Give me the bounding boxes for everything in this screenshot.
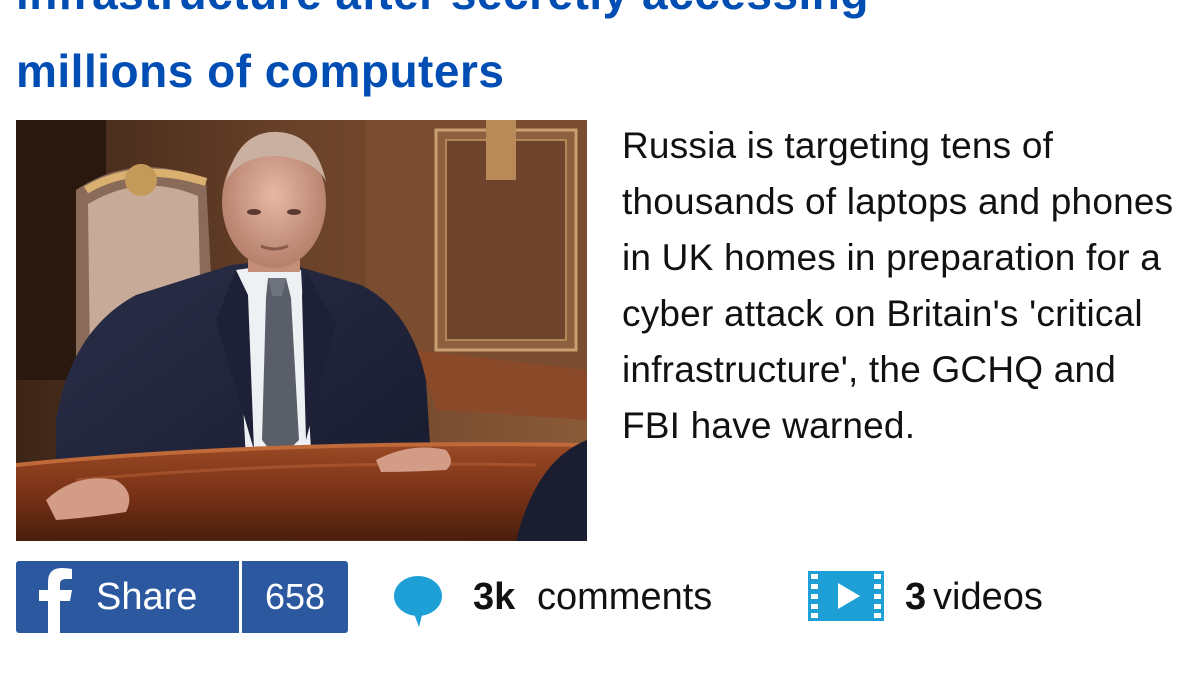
facebook-icon (39, 568, 72, 633)
facebook-share-button[interactable]: Share 658 (16, 561, 348, 633)
speech-bubble-icon (394, 576, 442, 627)
headline-line-1: infrastructure after secretly accessing (16, 0, 1186, 32)
article-photo[interactable] (16, 120, 587, 541)
comments-label: comments (537, 576, 713, 618)
headline-line-2: millions of computers (16, 45, 505, 97)
photo-illustration (16, 120, 587, 541)
article-headline[interactable]: infrastructure after secretly accessing … (16, 0, 1186, 110)
videos-count: 3 (905, 576, 927, 618)
play-video-icon (808, 571, 884, 621)
share-label: Share (96, 576, 198, 618)
headline-link[interactable]: infrastructure after secretly accessing … (16, 0, 1186, 110)
videos-label: videos (933, 576, 1043, 618)
article-summary: Russia is targeting tens of thousands of… (622, 125, 1174, 446)
social-action-bar: Share 658 3k comments 3 videos (16, 561, 1186, 635)
share-count: 658 (264, 576, 326, 617)
comments-count: 3k (473, 576, 516, 618)
